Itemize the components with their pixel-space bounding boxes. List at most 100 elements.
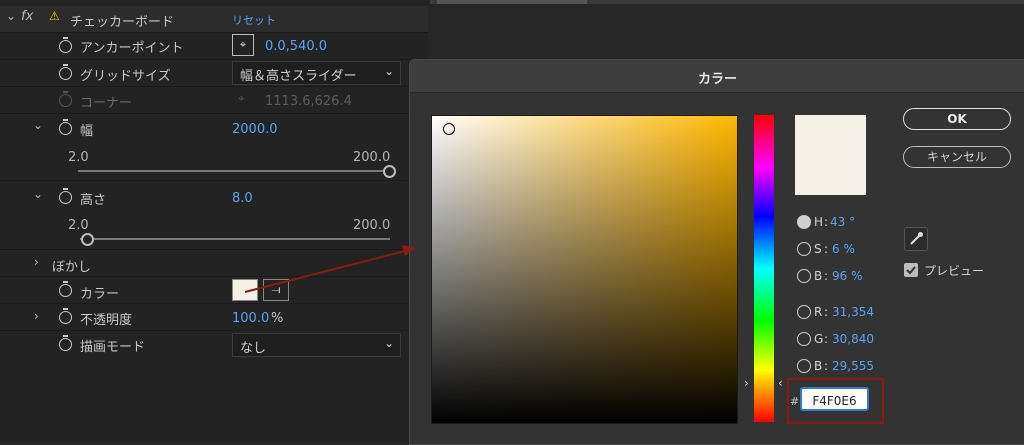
width-value[interactable]: 2000.0 (232, 122, 278, 137)
blue-value[interactable]: 29,555 (832, 359, 874, 373)
anchor-point-value[interactable]: 0.0,540.0 (265, 39, 327, 54)
fx-icon[interactable]: fx (21, 9, 33, 24)
dialog-title: カラー (697, 72, 737, 87)
color-row: カラー ⟞ (0, 276, 428, 304)
hue-slider-right-arrow-icon[interactable]: ‹ (778, 376, 783, 390)
red-radio[interactable] (797, 305, 811, 319)
warning-icon: ⚠ (49, 9, 60, 23)
preview-checkbox[interactable] (904, 263, 918, 277)
green-radio[interactable] (797, 332, 811, 346)
red-value[interactable]: 31,354 (832, 305, 874, 319)
effect-name: チェッカーボード (70, 15, 175, 30)
opacity-label: 不透明度 (80, 313, 133, 328)
grid-size-dropdown[interactable]: 幅＆高さスライダー ⌄ (232, 61, 401, 85)
brightness-radio[interactable] (797, 269, 811, 283)
grid-size-value: 幅＆高さスライダー (240, 69, 357, 84)
hex-prefix: # (790, 395, 800, 408)
blue-radio[interactable] (797, 359, 811, 373)
twirl-open-icon[interactable]: ⌄ (33, 118, 43, 132)
grid-size-label: グリッドサイズ (80, 69, 171, 84)
brightness-sep: : (824, 269, 829, 283)
crosshair-icon[interactable]: ⌖ (232, 34, 254, 56)
panel-tab[interactable] (437, 0, 587, 4)
anchor-point-label: アンカーポイント (80, 41, 184, 56)
chevron-down-icon: ⌄ (383, 336, 394, 350)
width-slider-knob[interactable] (383, 165, 396, 178)
saturation-brightness-field[interactable] (431, 115, 738, 424)
height-value[interactable]: 8.0 (232, 191, 253, 206)
stopwatch-icon[interactable] (59, 64, 72, 80)
hue-sep: : (824, 215, 829, 229)
green-value[interactable]: 30,840 (832, 332, 874, 346)
blend-mode-value: なし (240, 341, 267, 356)
twirl-open-icon[interactable]: ⌄ (33, 187, 43, 201)
color-label: カラー (80, 287, 120, 302)
red-sep: : (824, 305, 829, 319)
stopwatch-icon (59, 91, 72, 107)
dialog-titlebar[interactable]: カラー (410, 60, 1024, 93)
eyedropper-icon (910, 232, 923, 245)
hue-radio[interactable] (797, 215, 811, 229)
brightness-value[interactable]: 96 % (832, 269, 863, 283)
chevron-down-icon: ⌄ (383, 64, 394, 78)
twirl-closed-icon[interactable]: › (34, 255, 39, 269)
hue-slider[interactable] (754, 115, 774, 422)
height-slider-track[interactable] (80, 238, 390, 240)
saturation-radio[interactable] (797, 242, 811, 256)
stopwatch-icon[interactable] (59, 37, 72, 53)
width-slider-track[interactable] (78, 170, 389, 172)
height-row: ⌄ 高さ 8.0 2.0 200.0 (0, 180, 428, 251)
stopwatch-icon[interactable] (59, 188, 72, 204)
effect-controls-panel: ⌄ fx ⚠ チェッカーボード リセット アンカーポイント ⌖ 0.0,540.… (0, 0, 428, 443)
stopwatch-icon[interactable] (59, 335, 72, 351)
crosshair-icon: ⌖ (238, 91, 245, 105)
green-sep: : (824, 332, 829, 346)
color-picker-dialog: カラー › ‹ H : 43 ° S : 6 % B : 96 % R : 31… (409, 59, 1024, 445)
blend-mode-dropdown[interactable]: なし ⌄ (232, 333, 401, 357)
saturation-sep: : (824, 242, 829, 256)
red-key: R (814, 305, 823, 319)
saturation-value[interactable]: 6 % (832, 242, 855, 256)
blend-mode-label: 描画モード (80, 340, 146, 355)
anchor-point-row: アンカーポイント ⌖ 0.0,540.0 (0, 33, 428, 60)
stopwatch-icon[interactable] (59, 119, 72, 135)
stopwatch-icon[interactable] (59, 308, 72, 324)
cancel-button[interactable]: キャンセル (903, 146, 1011, 168)
color-marker[interactable] (443, 123, 455, 135)
corner-value: 1113.6,626.4 (265, 94, 352, 109)
opacity-row: › 不透明度 100.0 % (0, 303, 428, 331)
height-slider-knob[interactable] (81, 233, 94, 246)
saturation-key: S (814, 242, 822, 256)
hex-input[interactable]: F4F0E6 (800, 387, 869, 411)
width-row: ⌄ 幅 2000.0 2.0 200.0 (0, 113, 428, 178)
hue-key: H (814, 215, 824, 229)
opacity-unit: % (271, 311, 284, 326)
checkmark-icon (906, 266, 916, 275)
width-label: 幅 (80, 124, 94, 139)
new-color-preview (795, 115, 866, 195)
ok-button[interactable]: OK (903, 108, 1011, 130)
reset-link[interactable]: リセット (232, 12, 276, 28)
eyedropper-icon[interactable]: ⟞ (263, 279, 289, 301)
preview-label: プレビュー (924, 264, 985, 278)
color-swatch[interactable] (232, 279, 258, 301)
blue-key: B (814, 359, 823, 373)
twirl-closed-icon[interactable]: › (34, 309, 39, 323)
blur-row: › ぼかし (0, 249, 428, 277)
width-slider-min: 2.0 (68, 150, 89, 165)
eyedropper-button[interactable] (904, 227, 928, 251)
green-key: G (814, 332, 824, 346)
brightness-key: B (814, 269, 823, 283)
hue-slider-left-arrow-icon[interactable]: › (744, 376, 749, 390)
corner-row: コーナー ⌖ 1113.6,626.4 (0, 86, 428, 114)
corner-label: コーナー (80, 96, 133, 111)
width-slider-max: 200.0 (353, 150, 391, 165)
height-slider-min: 2.0 (68, 218, 89, 233)
hue-value[interactable]: 43 ° (830, 215, 855, 229)
stopwatch-icon[interactable] (59, 281, 72, 297)
height-slider-max: 200.0 (353, 218, 391, 233)
twirl-open-icon[interactable]: ⌄ (6, 9, 16, 23)
grid-size-row: グリッドサイズ 幅＆高さスライダー ⌄ (0, 59, 428, 87)
opacity-value[interactable]: 100.0 (232, 311, 269, 326)
effect-header-row[interactable]: ⌄ fx ⚠ チェッカーボード リセット (0, 6, 428, 33)
